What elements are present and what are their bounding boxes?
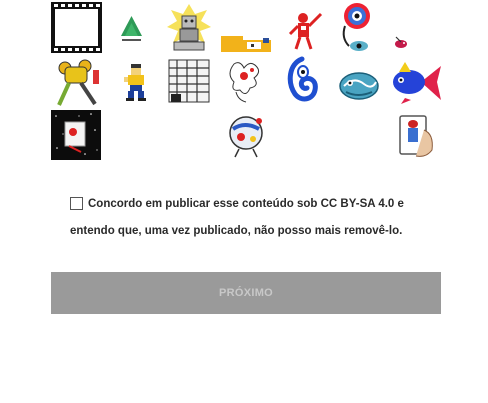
planet-collage-icon[interactable] [225,113,267,158]
small-bird-icon[interactable] [392,34,410,50]
tablet-hand-icon[interactable] [394,110,436,160]
film-frame-icon[interactable] [51,2,102,53]
next-button[interactable]: PRÓXIMO [51,272,441,314]
eye-vortex-icon[interactable] [335,2,377,54]
starfield-icon[interactable] [51,110,101,160]
license-checkbox[interactable] [70,197,83,210]
red-figure-icon[interactable] [287,10,327,52]
sketch-grid-icon[interactable] [165,58,213,106]
blue-swirl-icon[interactable] [283,56,321,104]
robot-burst-icon[interactable] [166,2,212,54]
pixel-man-icon[interactable] [124,63,148,101]
flower-sketch-icon[interactable] [226,58,264,104]
pixel-banner-icon[interactable] [221,28,271,52]
license-consent-text: Concordo em publicar esse conteúdo sob C… [70,198,404,237]
yellow-robot-icon[interactable] [51,58,102,108]
tree-logo-icon[interactable] [119,14,144,44]
blue-creature-icon[interactable] [338,68,381,103]
license-consent: Concordo em publicar esse conteúdo sob C… [70,191,440,245]
artwork-gallery [0,0,488,165]
blue-fish-icon[interactable] [391,60,441,106]
